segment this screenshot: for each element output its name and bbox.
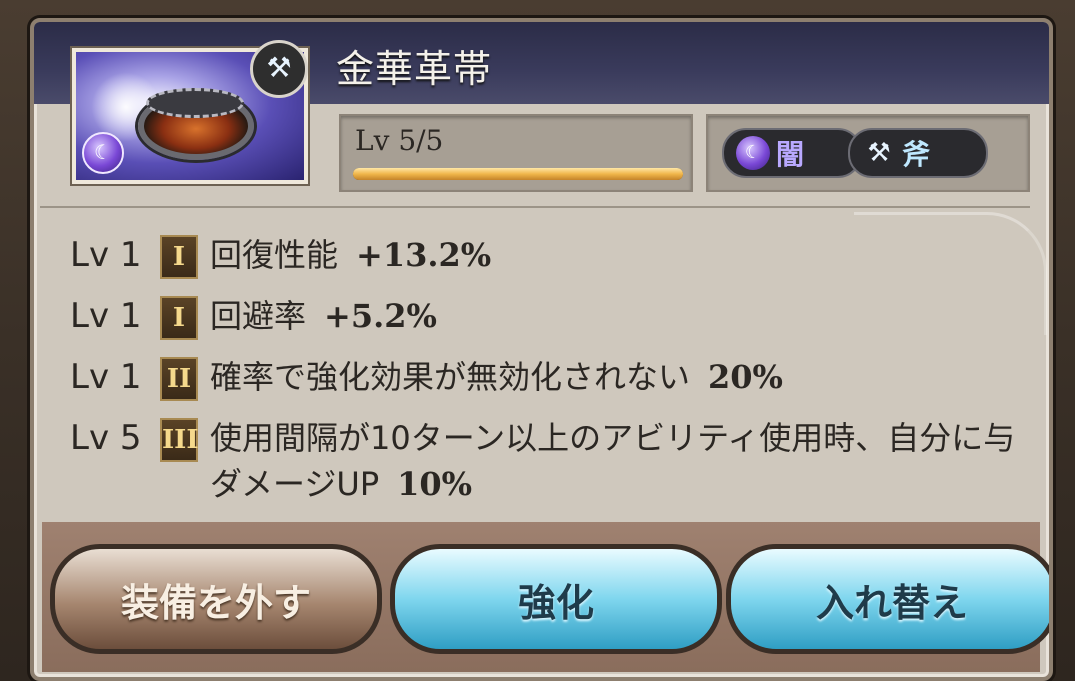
skill-description: 回避率 +5.2%: [210, 293, 1030, 339]
skill-value: +5.2%: [324, 297, 437, 335]
item-name: 金華革帯: [336, 47, 493, 91]
axe-icon: ⚒: [867, 138, 891, 168]
dark-element-icon: ☾: [736, 136, 770, 170]
weapon-type-tag: ⚒ 斧: [848, 128, 988, 178]
element-tag-label: 闇: [776, 138, 805, 171]
element-tag: ☾ 闇: [722, 128, 862, 178]
tags-box: ☾ 闇 ⚒ 斧: [706, 114, 1030, 192]
skill-row: Lv 1 II 確率で強化効果が無効化されない 20%: [70, 354, 1030, 401]
dark-element-icon: ☾: [82, 132, 124, 174]
summon-detail-panel: ☾ ⚒ 金華革帯 Lv 5/5 ☾ 闇 ⚒ 斧 Lv 1 I 回復性能 +13.2…: [30, 18, 1053, 681]
skill-value: 10%: [397, 465, 473, 503]
skill-level: Lv 1: [70, 235, 142, 275]
unequip-button[interactable]: 装備を外す: [50, 544, 382, 654]
skill-value: 20%: [708, 358, 783, 396]
rank-icon: III: [160, 418, 199, 462]
skill-row: Lv 5 III 使用間隔が10ターン以上のアビリティ使用時、自分に与ダメージU…: [70, 415, 1030, 507]
belt-image-top: [146, 88, 244, 118]
skill-row: Lv 1 I 回復性能 +13.2%: [70, 232, 1030, 279]
weapon-type-tag-label: 斧: [902, 138, 931, 171]
rank-icon: I: [160, 296, 198, 340]
skill-row: Lv 1 I 回避率 +5.2%: [70, 293, 1030, 340]
skill-description: 使用間隔が10ターン以上のアビリティ使用時、自分に与ダメージUP 10%: [210, 415, 1030, 507]
rank-icon: I: [160, 235, 198, 279]
divider: [40, 206, 1030, 208]
skill-name: 使用間隔が10ターン以上のアビリティ使用時、自分に与ダメージUP: [210, 419, 1016, 503]
skill-level: Lv 1: [70, 357, 142, 397]
rank-icon: II: [160, 357, 198, 401]
level-progress-bar: [353, 168, 683, 180]
skill-description: 確率で強化効果が無効化されない 20%: [210, 354, 1030, 400]
skill-description: 回復性能 +13.2%: [210, 232, 1030, 278]
skill-level: Lv 5: [70, 418, 142, 458]
level-box: Lv 5/5: [339, 114, 693, 192]
upgrade-button[interactable]: 強化: [390, 544, 722, 654]
skill-name: 回避率: [210, 297, 307, 335]
swap-button[interactable]: 入れ替え: [726, 544, 1049, 654]
level-label: Lv 5/5: [355, 124, 444, 157]
skill-list: Lv 1 I 回復性能 +13.2% Lv 1 I 回避率 +5.2% Lv 1 I…: [70, 232, 1030, 521]
skill-value: +13.2%: [356, 236, 492, 274]
axe-icon: ⚒: [250, 40, 308, 98]
skill-name: 確率で強化効果が無効化されない: [210, 358, 691, 396]
button-row: 装備を外す 強化 入れ替え: [42, 522, 1049, 672]
level-progress-fill: [353, 168, 683, 180]
skill-level: Lv 1: [70, 296, 142, 336]
skill-name: 回復性能: [210, 236, 339, 274]
